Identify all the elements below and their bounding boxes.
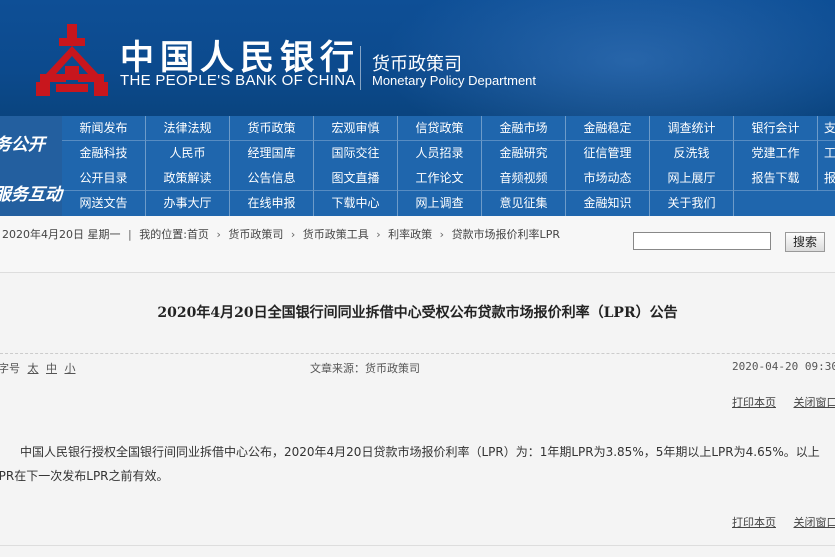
breadcrumb-monetary-dept[interactable]: 货币政策司 bbox=[228, 228, 283, 241]
nav-item-fintech[interactable]: 金融科技 bbox=[62, 141, 146, 166]
breadcrumb-lpr[interactable]: 贷款市场报价利率LPR bbox=[452, 228, 560, 241]
close-window-link[interactable]: 关闭窗口 bbox=[794, 396, 835, 409]
article-actions-bottom: 打印本页 关闭窗口 bbox=[732, 514, 835, 530]
nav-item-media[interactable]: 音频视频 bbox=[482, 166, 566, 191]
search-button[interactable]: 搜索 bbox=[785, 232, 825, 252]
nav-item-financial-knowledge[interactable]: 金融知识 bbox=[566, 191, 650, 216]
site-header: 中国人民银行 THE PEOPLE'S BANK OF CHINA 货币政策司 … bbox=[0, 0, 835, 116]
nav-item-report-download[interactable]: 报告下载 bbox=[734, 166, 818, 191]
nav-row: 网送文告 办事大厅 在线申报 下载中心 网上调查 意见征集 金融知识 关于我们 bbox=[62, 191, 734, 216]
nav-item-more[interactable]: 报 bbox=[818, 166, 835, 191]
font-size-small[interactable]: 小 bbox=[65, 362, 76, 375]
article-title: 2020年4月20日全国银行间同业拆借中心受权公布贷款市场报价利率（LPR）公告 bbox=[157, 305, 678, 321]
search-input[interactable] bbox=[633, 232, 771, 250]
nav-section-service: 服务互动 bbox=[0, 166, 62, 216]
nav-item-credit-policy[interactable]: 信贷政策 bbox=[398, 116, 482, 141]
bank-name-en[interactable]: THE PEOPLE'S BANK OF CHINA bbox=[120, 72, 356, 89]
header-divider bbox=[360, 46, 361, 90]
current-date: 2020年4月20日 bbox=[2, 228, 84, 241]
nav-item-documents[interactable]: 网送文告 bbox=[62, 191, 146, 216]
nav-item-anti-money-laundering[interactable]: 反洗钱 bbox=[650, 141, 734, 166]
nav-item-working-papers[interactable]: 工作论文 bbox=[398, 166, 482, 191]
nav-item-policy-interpretation[interactable]: 政策解读 bbox=[146, 166, 230, 191]
nav-item-about-us[interactable]: 关于我们 bbox=[650, 191, 734, 216]
nav-item-announcements[interactable]: 公告信息 bbox=[230, 166, 314, 191]
main-nav: 务公开 服务互动 新闻发布 法律法规 货币政策 宏观审慎 信贷政策 金融市场 金… bbox=[0, 116, 835, 216]
close-window-link[interactable]: 关闭窗口 bbox=[794, 516, 835, 529]
nav-item-online-filing[interactable]: 在线申报 bbox=[230, 191, 314, 216]
nav-section-label: 务公开 bbox=[0, 135, 45, 155]
nav-item-market-updates[interactable]: 市场动态 bbox=[566, 166, 650, 191]
nav-item-union[interactable]: 工 bbox=[818, 141, 835, 166]
chevron-right-icon: › bbox=[216, 228, 221, 241]
nav-item-macroprudential[interactable]: 宏观审慎 bbox=[314, 116, 398, 141]
nav-row: 金融科技 人民币 经理国库 国际交往 人员招录 金融研究 征信管理 反洗钱 党建… bbox=[62, 141, 835, 166]
footer-divider bbox=[0, 545, 835, 546]
nav-item-online-survey[interactable]: 网上调查 bbox=[398, 191, 482, 216]
print-link[interactable]: 打印本页 bbox=[732, 396, 776, 409]
nav-item-recruitment[interactable]: 人员招录 bbox=[398, 141, 482, 166]
article-source: 文章来源：货币政策司 bbox=[310, 362, 420, 375]
breadcrumb-home[interactable]: 首页 bbox=[187, 228, 209, 241]
nav-item-financial-market[interactable]: 金融市场 bbox=[482, 116, 566, 141]
nav-row: 公开目录 政策解读 公告信息 图文直播 工作论文 音频视频 市场动态 网上展厅 … bbox=[62, 166, 835, 191]
nav-item-statistics[interactable]: 调查统计 bbox=[650, 116, 734, 141]
nav-item-service-hall[interactable]: 办事大厅 bbox=[146, 191, 230, 216]
nav-item-rmb[interactable]: 人民币 bbox=[146, 141, 230, 166]
chevron-right-icon: › bbox=[439, 228, 445, 241]
nav-item-news[interactable]: 新闻发布 bbox=[62, 116, 146, 141]
nav-item-payment[interactable]: 支 bbox=[818, 116, 835, 141]
nav-item-accounting[interactable]: 银行会计 bbox=[734, 116, 818, 141]
nav-item-laws[interactable]: 法律法规 bbox=[146, 116, 230, 141]
nav-row: 新闻发布 法律法规 货币政策 宏观审慎 信贷政策 金融市场 金融稳定 调查统计 … bbox=[62, 116, 835, 141]
article-actions-top: 打印本页 关闭窗口 bbox=[732, 394, 835, 410]
font-size-medium[interactable]: 中 bbox=[46, 362, 57, 375]
nav-section-label: 服务互动 bbox=[0, 185, 62, 205]
chevron-right-icon: › bbox=[290, 228, 296, 241]
nav-item-financial-stability[interactable]: 金融稳定 bbox=[566, 116, 650, 141]
font-size-large[interactable]: 太 bbox=[28, 362, 39, 375]
nav-item-online-exhibition[interactable]: 网上展厅 bbox=[650, 166, 734, 191]
current-weekday: 星期一 bbox=[87, 228, 121, 241]
nav-item-international[interactable]: 国际交往 bbox=[314, 141, 398, 166]
nav-item-feedback[interactable]: 意见征集 bbox=[482, 191, 566, 216]
nav-item-credit-reference[interactable]: 征信管理 bbox=[566, 141, 650, 166]
location-label: 我的位置: bbox=[139, 228, 187, 241]
nav-item-live-broadcast[interactable]: 图文直播 bbox=[314, 166, 398, 191]
font-size-label: 字号 bbox=[0, 362, 20, 375]
article-body: 中国人民银行授权全国银行间同业拆借中心公布，2020年4月20日贷款市场报价利率… bbox=[0, 445, 820, 483]
nav-item-treasury[interactable]: 经理国库 bbox=[230, 141, 314, 166]
nav-item-public-catalog[interactable]: 公开目录 bbox=[62, 166, 146, 191]
nav-item-research[interactable]: 金融研究 bbox=[482, 141, 566, 166]
pboc-logo-icon[interactable] bbox=[34, 22, 110, 98]
department-name-en[interactable]: Monetary Policy Department bbox=[372, 73, 536, 88]
chevron-right-icon: › bbox=[376, 228, 381, 241]
breadcrumb-policy-tools[interactable]: 货币政策工具 bbox=[303, 228, 369, 241]
article-datetime: 2020-04-20 09:30:00 bbox=[732, 360, 835, 373]
nav-section-public: 务公开 bbox=[0, 116, 62, 166]
nav-item-download-center[interactable]: 下载中心 bbox=[314, 191, 398, 216]
nav-item-monetary-policy[interactable]: 货币政策 bbox=[230, 116, 314, 141]
print-link[interactable]: 打印本页 bbox=[732, 516, 776, 529]
breadcrumb: 2020年4月20日 星期一 | 我的位置:首页 › 货币政策司 › 货币政策工… bbox=[2, 228, 627, 242]
breadcrumb-rate-policy[interactable]: 利率政策 bbox=[388, 228, 432, 241]
font-size-control: 字号 太 中 小 bbox=[0, 360, 76, 376]
separator: | bbox=[128, 228, 132, 241]
nav-item-party-building[interactable]: 党建工作 bbox=[734, 141, 818, 166]
